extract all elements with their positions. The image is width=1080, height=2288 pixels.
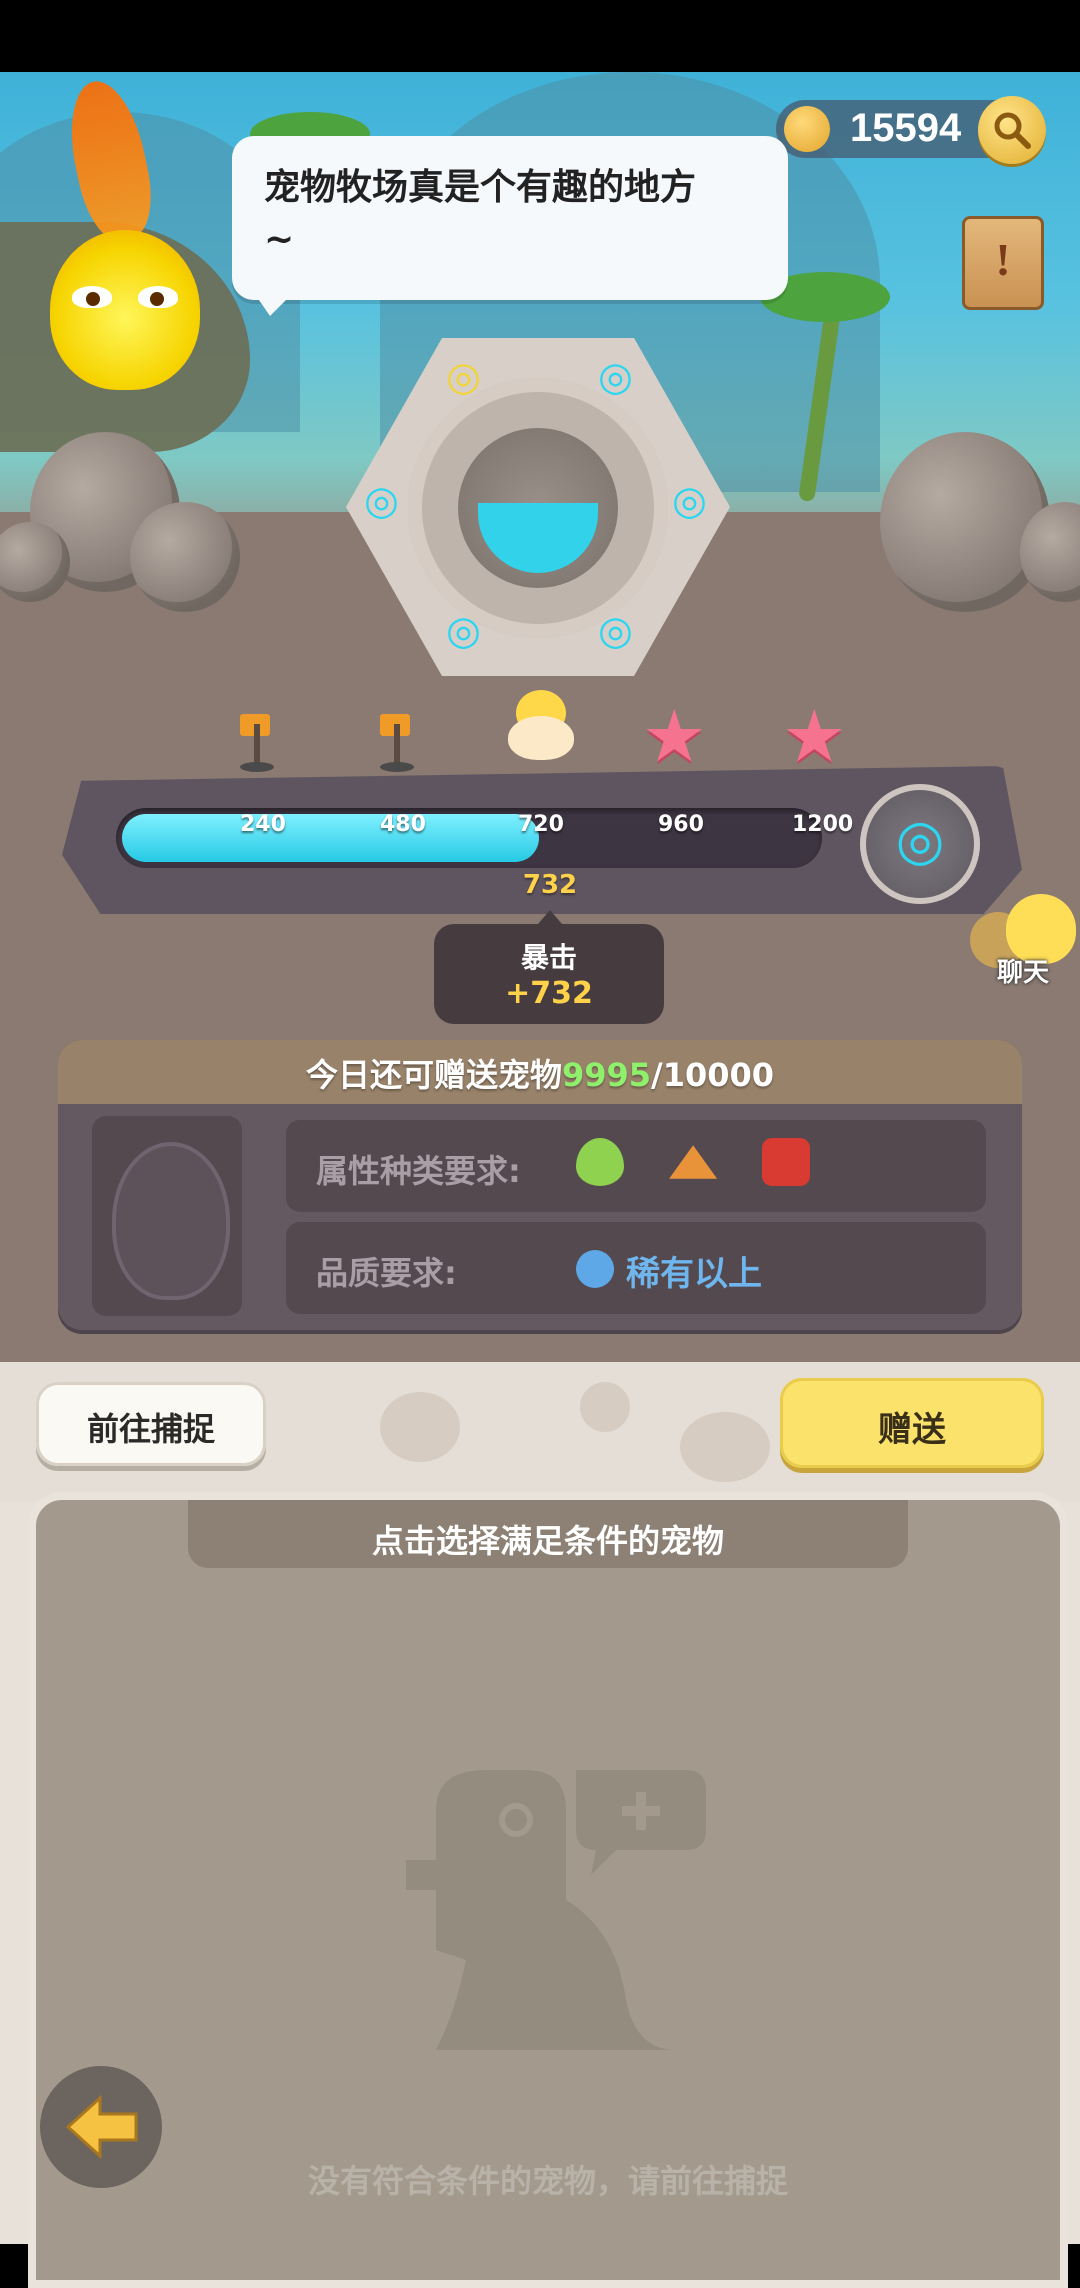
boulder [880,432,1050,612]
remaining-gifts-text: 今日还可赠送宠物9995/10000 [58,1050,1022,1096]
star-reward-1200[interactable]: ★ [782,700,847,772]
crown-rune-icon: ◎ [895,808,945,873]
crit-tooltip: 暴击 +732 [434,924,664,1024]
scroll-icon: ! [995,234,1011,285]
empty-state-text: 没有符合条件的宠物，请前往捕捉 [307,2162,788,2200]
mascot-eye [138,286,178,308]
progress-fill [122,814,539,862]
rune-icon: ◎ [672,478,707,524]
fire-red-icon [762,1138,811,1186]
final-reward-button[interactable]: ◎ [860,784,980,904]
quality-requirement-label: 品质要求: [316,1254,457,1292]
egg-placeholder-icon [112,1142,230,1300]
search-icon [994,112,1031,149]
quest-scroll-button[interactable]: ! [962,216,1044,310]
currency-value: 15594 [850,106,962,150]
mountain-icon [669,1145,718,1179]
crit-tooltip-arrow [538,910,562,924]
reward-chick-720[interactable] [508,690,574,760]
chat-button[interactable]: 聊天 [966,888,1080,988]
gift-label: 赠送 [878,1410,946,1450]
go-capture-button[interactable]: 前往捕捉 [36,1382,266,1466]
progress-tick: 1200 [792,812,854,837]
bottom-panel: 前往捕捉 赠送 点击选择满足条件的宠物 没有符合条件的宠物，请前往捕捉 [0,1362,1080,2288]
progress-value: 732 [522,870,578,900]
progress-tick: 960 [658,812,704,837]
rune-icon: ◎ [598,354,633,400]
gift-button[interactable]: 赠送 [780,1378,1044,1468]
status-bar [0,0,1080,72]
remaining-total: /10000 [651,1056,775,1094]
remaining-prefix: 今日还可赠送宠物 [305,1056,562,1094]
speech-bubble: 宠物牧场真是个有趣的地方 ~ [232,136,788,300]
remaining-count: 9995 [561,1056,652,1094]
progress-tick: 240 [240,812,286,837]
pet-slot[interactable] [92,1116,242,1316]
heart-green-icon [576,1138,624,1186]
coin-icon [784,106,830,152]
pet-list-header: 点击选择满足条件的宠物 [188,1500,908,1568]
egg-shell [508,716,574,760]
crit-title: 暴击 [520,941,577,974]
dinosaur-placeholder-icon [406,1770,706,2050]
speech-text: 宠物牧场真是个有趣的地方 ~ [264,167,697,260]
quality-requirement-row: 品质要求: 稀有以上 [286,1222,986,1314]
type-requirement-label: 属性种类要求: [316,1152,521,1190]
go-capture-label: 前往捕捉 [86,1410,215,1448]
mascot-eye [72,286,112,308]
paw-icon [576,1250,614,1288]
crit-value: +732 [505,976,593,1011]
search-button[interactable] [978,96,1046,164]
progress-tick: 720 [518,812,564,837]
progress-tick: 480 [380,812,426,837]
quality-value: 稀有以上 [626,1254,762,1294]
rune-wheel: ◎ ◎ ◎ ◎ ◎ ◎ [346,338,730,676]
rune-icon: ◎ [364,478,399,524]
chat-label: 聊天 [996,958,1049,988]
boulder [130,502,240,612]
pet-list-panel: 点击选择满足条件的宠物 没有符合条件的宠物，请前往捕捉 [28,1492,1068,2288]
speech-bubble-tail [252,290,296,316]
mascot-body [50,230,200,390]
type-icons [576,1138,850,1186]
star-reward-960[interactable]: ★ [642,700,707,772]
gift-requirement-panel: 今日还可赠送宠物9995/10000 属性种类要求: 品质要求: 稀有以上 [58,1040,1022,1330]
type-requirement-row: 属性种类要求: [286,1120,986,1212]
requirement-header: 今日还可赠送宠物9995/10000 [58,1040,1022,1104]
pet-list-header-text: 点击选择满足条件的宠物 [371,1522,724,1560]
back-button[interactable] [40,2066,162,2188]
back-arrow-icon [65,2094,138,2160]
fire-mascot [50,74,210,390]
